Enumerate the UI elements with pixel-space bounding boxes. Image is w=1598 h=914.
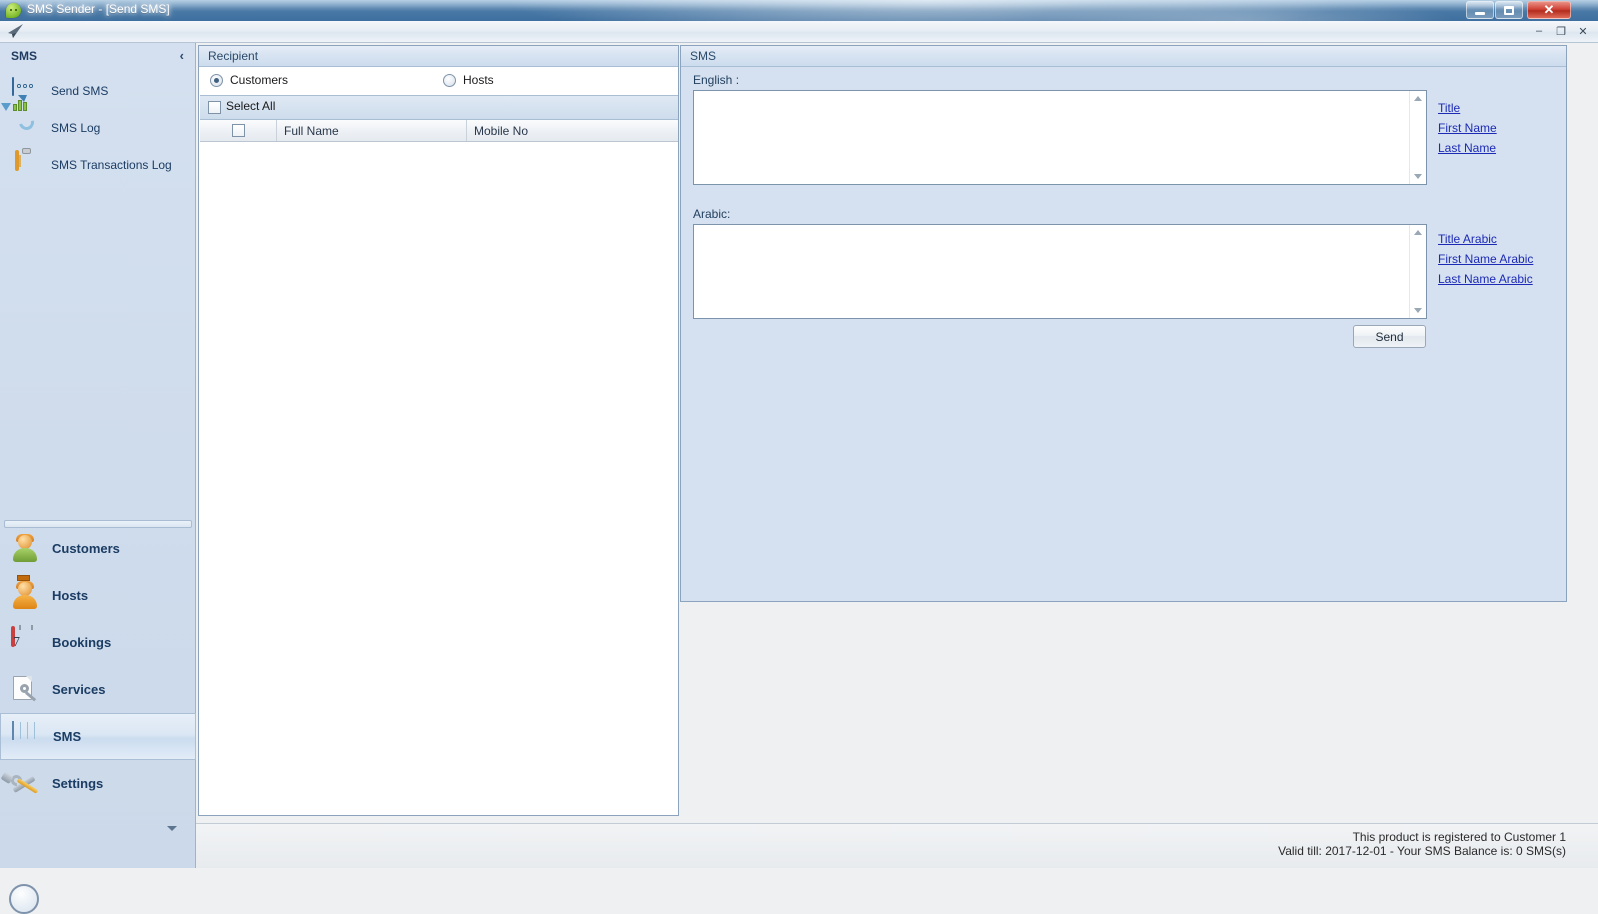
- sidebar-avatar-circle[interactable]: [9, 884, 39, 914]
- link-first-name-arabic[interactable]: First Name Arabic: [1438, 252, 1533, 266]
- column-header-full-name[interactable]: Full Name: [277, 120, 467, 141]
- radio-hosts-label: Hosts: [463, 73, 494, 87]
- sidebar-collapse-button[interactable]: ‹: [180, 48, 184, 63]
- app-toolbar: – ❐ ✕: [0, 21, 1598, 43]
- window-title: SMS Sender - [Send SMS]: [27, 2, 170, 16]
- wrench-hammer-icon: [0, 769, 41, 799]
- sidebar-item-label: Send SMS: [51, 84, 109, 98]
- sidebar-item-settings[interactable]: Settings: [0, 760, 196, 807]
- english-message-field-wrap: [693, 90, 1427, 185]
- link-first-name[interactable]: First Name: [1438, 121, 1497, 135]
- arabic-message-scrollbar[interactable]: [1409, 225, 1426, 318]
- header-select-all-checkbox[interactable]: [231, 124, 245, 137]
- radio-customers[interactable]: Customers: [210, 73, 288, 87]
- sidebar-item-label: Hosts: [52, 588, 89, 603]
- sidebar-header: SMS ‹: [0, 43, 196, 71]
- link-title-arabic[interactable]: Title Arabic: [1438, 232, 1533, 246]
- close-icon: ✕: [1543, 2, 1555, 17]
- sidebar-item-label: Bookings: [52, 635, 112, 650]
- maximize-icon: [1504, 5, 1514, 15]
- sidebar-item-send-sms[interactable]: Send SMS: [0, 73, 196, 109]
- mdi-close-button[interactable]: ✕: [1572, 22, 1594, 40]
- english-message-scrollbar[interactable]: [1409, 91, 1426, 184]
- sidebar: SMS ‹ Send SMS SMS Log SMS Transactions …: [0, 43, 196, 914]
- radio-customers-label: Customers: [230, 73, 289, 87]
- sms-chat-icon: [6, 3, 21, 18]
- sidebar-item-label: Services: [52, 682, 106, 697]
- document-wrench-icon: [11, 675, 41, 705]
- grid-table-icon: [12, 720, 42, 752]
- english-placeholder-links: Title First Name Last Name: [1438, 101, 1497, 161]
- send-button[interactable]: Send: [1353, 325, 1426, 348]
- validity-balance-text: Valid till: 2017-12-01 - Your SMS Balanc…: [1278, 844, 1566, 858]
- mdi-window-controls: – ❐ ✕: [1528, 22, 1594, 40]
- select-all-checkbox[interactable]: [208, 101, 221, 114]
- sms-panel-title: SMS: [690, 49, 717, 63]
- arabic-label: Arabic:: [693, 207, 731, 221]
- window-titlebar: SMS Sender - [Send SMS] ✕: [0, 0, 1598, 21]
- window-close-button[interactable]: ✕: [1527, 1, 1571, 19]
- clipboard-icon: [12, 148, 38, 178]
- workspace: Recipient Customers Hosts Select All Ful…: [196, 43, 1598, 868]
- window-maximize-button[interactable]: [1495, 1, 1523, 19]
- mdi-restore-button[interactable]: ❐: [1550, 22, 1572, 40]
- registration-status-text: This product is registered to Customer 1: [1352, 830, 1566, 844]
- sidebar-item-sms-transactions-log[interactable]: SMS Transactions Log: [0, 147, 196, 183]
- sidebar-item-label: SMS: [53, 729, 82, 744]
- sidebar-item-customers[interactable]: Customers: [0, 525, 196, 572]
- select-all-row[interactable]: Select All: [200, 96, 678, 120]
- paper-plane-icon[interactable]: [7, 24, 24, 39]
- link-last-name[interactable]: Last Name: [1438, 141, 1497, 155]
- link-last-name-arabic[interactable]: Last Name Arabic: [1438, 272, 1533, 286]
- sidebar-item-bookings[interactable]: 7 Bookings: [0, 619, 196, 666]
- radio-hosts[interactable]: Hosts: [443, 73, 494, 87]
- scroll-down-icon[interactable]: [1414, 308, 1422, 313]
- radio-hosts-mark: [443, 73, 456, 87]
- recipient-type-radio-group: Customers Hosts: [200, 67, 678, 96]
- status-bar: This product is registered to Customer 1…: [196, 823, 1598, 868]
- sidebar-item-label: Customers: [52, 541, 120, 556]
- select-all-label: Select All: [226, 99, 276, 113]
- recipient-panel-header: Recipient: [199, 46, 678, 67]
- radio-customers-mark: [210, 73, 223, 87]
- recipient-panel: Recipient Customers Hosts Select All Ful…: [198, 45, 679, 816]
- sidebar-item-sms-log[interactable]: SMS Log: [0, 100, 196, 146]
- sms-panel-header: SMS: [681, 46, 1566, 67]
- english-message-input[interactable]: [694, 91, 1410, 184]
- arabic-placeholder-links: Title Arabic First Name Arabic Last Name…: [1438, 232, 1533, 292]
- chevron-down-icon[interactable]: [167, 826, 177, 831]
- sidebar-item-label: SMS Transactions Log: [51, 158, 172, 172]
- arabic-message-input[interactable]: [694, 225, 1410, 318]
- sidebar-item-sms[interactable]: SMS: [0, 713, 196, 760]
- sidebar-item-label: SMS Log: [51, 121, 101, 135]
- scroll-down-icon[interactable]: [1414, 174, 1422, 179]
- column-header-mobile-no[interactable]: Mobile No: [467, 120, 678, 141]
- sidebar-title: SMS: [11, 49, 38, 63]
- sms-panel: SMS English : Title First Name Last Name…: [680, 45, 1567, 602]
- sidebar-item-services[interactable]: Services: [0, 666, 196, 713]
- host-person-icon: [11, 574, 41, 611]
- minimize-icon: [1475, 11, 1485, 15]
- recipients-table-body[interactable]: [200, 142, 678, 815]
- arabic-message-field-wrap: [693, 224, 1427, 319]
- sidebar-item-label: Settings: [52, 776, 104, 791]
- link-title[interactable]: Title: [1438, 101, 1497, 115]
- titlebar-gloss: [0, 0, 1598, 21]
- mdi-minimize-button[interactable]: –: [1528, 22, 1550, 40]
- scroll-up-icon[interactable]: [1414, 96, 1422, 101]
- window-minimize-button[interactable]: [1466, 1, 1494, 19]
- bar-chart-arrow-icon: [1, 100, 38, 141]
- speech-bubble-icon: [12, 77, 38, 104]
- recipient-panel-title: Recipient: [208, 49, 259, 63]
- sidebar-item-hosts[interactable]: Hosts: [0, 572, 196, 619]
- recipients-table-header: Full Name Mobile No: [200, 120, 678, 142]
- calendar-icon: 7: [11, 624, 41, 658]
- column-header-select[interactable]: [200, 120, 277, 141]
- customer-person-icon: [11, 533, 41, 564]
- scroll-up-icon[interactable]: [1414, 230, 1422, 235]
- english-label: English :: [693, 73, 740, 87]
